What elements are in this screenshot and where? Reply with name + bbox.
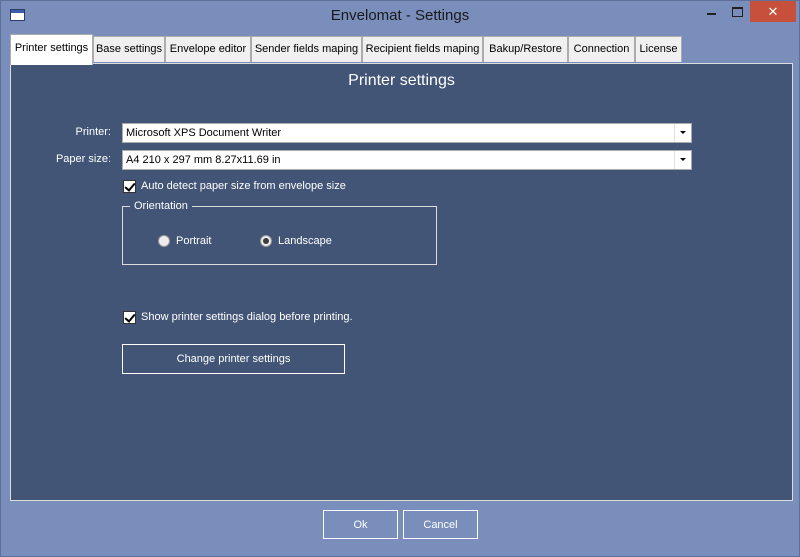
maximize-icon <box>731 6 743 17</box>
close-icon: ✕ <box>767 4 779 19</box>
chevron-down-icon[interactable] <box>674 124 691 142</box>
auto-detect-checkbox[interactable] <box>123 180 136 193</box>
page-title: Printer settings <box>348 72 455 89</box>
tab-backup-restore[interactable]: Bakup/Restore <box>483 36 568 62</box>
portrait-radio[interactable] <box>158 235 170 247</box>
tab-printer-settings[interactable]: Printer settings <box>10 34 93 65</box>
minimize-button[interactable] <box>698 1 724 22</box>
show-dialog-checkbox[interactable] <box>123 311 136 324</box>
paper-size-value: A4 210 x 297 mm 8.27x11.69 in <box>126 154 281 166</box>
maximize-button[interactable] <box>724 1 750 22</box>
settings-window: Envelomat - Settings ✕ Printer settings … <box>0 0 800 557</box>
tab-envelope-editor[interactable]: Envelope editor <box>165 36 251 62</box>
orientation-legend: Orientation <box>130 200 192 212</box>
close-button[interactable]: ✕ <box>750 1 796 22</box>
auto-detect-label[interactable]: Auto detect paper size from envelope siz… <box>141 180 346 192</box>
tab-base-settings[interactable]: Base settings <box>93 36 165 62</box>
cancel-button[interactable]: Cancel <box>403 510 478 539</box>
portrait-label[interactable]: Portrait <box>176 235 211 247</box>
paper-size-label: Paper size: <box>55 153 111 165</box>
ok-button[interactable]: Ok <box>323 510 398 539</box>
tab-recipient-fields-maping[interactable]: Recipient fields maping <box>362 36 483 62</box>
printer-settings-page: Printer settings Printer: Microsoft XPS … <box>10 63 793 501</box>
tab-sender-fields-maping[interactable]: Sender fields maping <box>251 36 362 62</box>
orientation-group: Orientation Portrait Landscape <box>122 200 437 265</box>
title-bar[interactable]: Envelomat - Settings ✕ <box>1 1 799 31</box>
window-title: Envelomat - Settings <box>330 7 470 24</box>
change-printer-settings-button[interactable]: Change printer settings <box>122 344 345 374</box>
printer-select[interactable]: Microsoft XPS Document Writer <box>122 123 692 143</box>
printer-value: Microsoft XPS Document Writer <box>126 127 282 139</box>
printer-label: Printer: <box>75 126 111 138</box>
chevron-down-icon[interactable] <box>674 151 691 169</box>
tab-license[interactable]: License <box>635 36 682 62</box>
tab-connection[interactable]: Connection <box>568 36 635 62</box>
landscape-label[interactable]: Landscape <box>278 235 332 247</box>
landscape-radio[interactable] <box>260 235 272 247</box>
paper-size-select[interactable]: A4 210 x 297 mm 8.27x11.69 in <box>122 150 692 170</box>
show-dialog-label[interactable]: Show printer settings dialog before prin… <box>141 311 353 323</box>
minimize-icon <box>706 12 716 15</box>
